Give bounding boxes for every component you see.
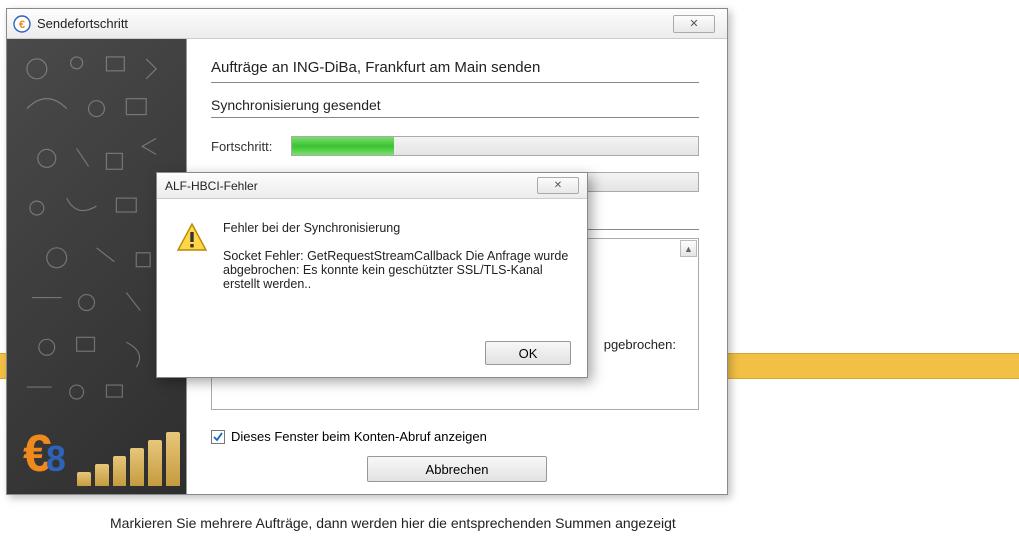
error-dialog: ALF-HBCI-Fehler ✕ Fehler bei der Synchro… bbox=[156, 172, 588, 378]
svg-text:€: € bbox=[19, 19, 25, 31]
close-button[interactable]: ✕ bbox=[673, 15, 715, 33]
error-close-button[interactable]: ✕ bbox=[537, 177, 579, 194]
error-titlebar[interactable]: ALF-HBCI-Fehler ✕ bbox=[157, 173, 587, 199]
app-icon: € bbox=[13, 15, 31, 33]
footer-hint-text: Markieren Sie mehrere Aufträge, dann wer… bbox=[110, 515, 676, 531]
brand-logo: € 8 bbox=[23, 424, 66, 484]
dialog-header: Aufträge an ING-DiBa, Frankfurt am Main … bbox=[211, 59, 699, 83]
scroll-up-button[interactable]: ▲ bbox=[680, 240, 697, 257]
progress-row: Fortschritt: bbox=[211, 136, 699, 156]
progress-fill bbox=[292, 137, 394, 155]
dialog-title: Sendefortschritt bbox=[37, 16, 128, 31]
checkmark-icon bbox=[213, 432, 223, 442]
coin-stacks-icon bbox=[77, 426, 180, 486]
show-on-fetch-checkbox-row[interactable]: Dieses Fenster beim Konten-Abruf anzeige… bbox=[211, 429, 487, 444]
log-visible-text: pgebrochen: bbox=[604, 337, 676, 352]
ok-button[interactable]: OK bbox=[485, 341, 571, 365]
dialog-titlebar[interactable]: € Sendefortschritt ✕ bbox=[7, 9, 727, 39]
brand-eight-glyph: 8 bbox=[46, 438, 66, 480]
checkbox-label: Dieses Fenster beim Konten-Abruf anzeige… bbox=[231, 429, 487, 444]
error-text-block: Fehler bei der Synchronisierung Socket F… bbox=[223, 221, 569, 305]
error-message: Socket Fehler: GetRequestStreamCallback … bbox=[223, 249, 569, 291]
progress-label: Fortschritt: bbox=[211, 139, 291, 154]
dialog-subheader: Synchronisierung gesendet bbox=[211, 97, 699, 118]
error-headline: Fehler bei der Synchronisierung bbox=[223, 221, 569, 235]
warning-icon bbox=[175, 221, 209, 255]
progress-bar bbox=[291, 136, 699, 156]
cancel-button[interactable]: Abbrechen bbox=[367, 456, 547, 482]
error-dialog-title: ALF-HBCI-Fehler bbox=[165, 179, 258, 193]
checkbox[interactable] bbox=[211, 430, 225, 444]
